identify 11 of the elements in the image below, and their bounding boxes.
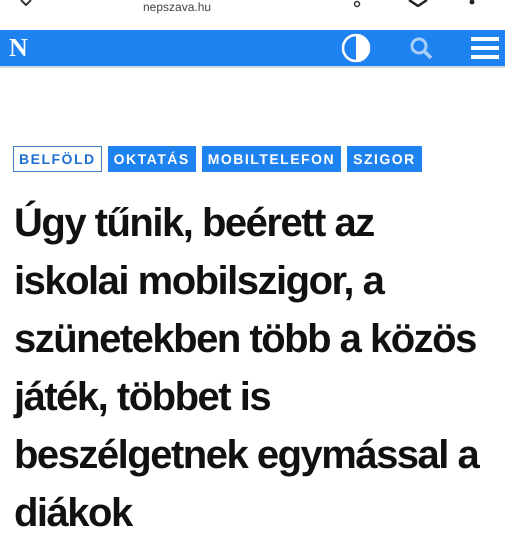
url-text[interactable]: nepszava.hu [143, 0, 212, 14]
more-icon[interactable] [469, 0, 475, 6]
site-logo[interactable]: N [0, 29, 28, 67]
tag-link[interactable]: MOBILTELEFON [202, 146, 342, 172]
tag-link[interactable]: SZIGOR [347, 146, 422, 172]
article-headline: Úgy tűnik, beérett az iskolai mobilszigor, a szünetekben több a közös játék, többet is beszélgetnek egymással a diákok [12, 200, 480, 537]
menu-icon[interactable] [471, 36, 499, 60]
contrast-icon[interactable] [341, 33, 371, 63]
back-icon[interactable] [20, 0, 32, 6]
tag-link[interactable]: BELFÖLD [13, 146, 102, 172]
tag-link[interactable]: OKTATÁS [108, 146, 196, 172]
